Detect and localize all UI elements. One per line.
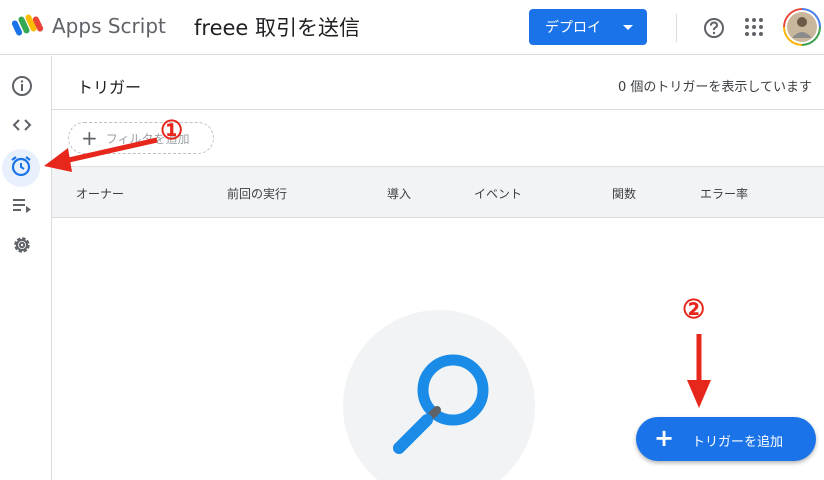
chevron-down-icon [623,25,633,30]
column-error-rate[interactable]: エラー率 [700,185,748,202]
table-header: オーナー 前回の実行 導入 イベント 関数 エラー率 [52,166,824,218]
add-trigger-button[interactable]: + トリガーを追加 [636,417,816,461]
filter-label: フィルタを追加 [105,131,190,146]
plus-icon: + [654,424,675,452]
deploy-button[interactable]: デプロイ [529,9,647,45]
magnifier-icon [387,346,497,456]
avatar[interactable] [783,8,821,46]
executions-icon [11,194,33,220]
add-trigger-label: トリガーを追加 [692,435,784,450]
code-icon [11,114,33,140]
column-deployment[interactable]: 導入 [387,185,411,202]
add-filter-chip[interactable]: + フィルタを追加 [68,122,214,154]
rail-executions[interactable] [4,189,40,225]
trigger-count: 0 個のトリガーを表示しています [617,80,812,95]
column-event[interactable]: イベント [474,185,522,202]
gear-icon [11,234,33,260]
plus-icon: + [81,126,98,150]
title-divider [52,109,824,110]
rail-settings[interactable] [4,229,40,265]
rail-triggers[interactable] [2,149,40,187]
rail-editor[interactable] [4,109,40,145]
info-icon [11,75,33,101]
column-function[interactable]: 関数 [612,185,636,202]
triggers-page: トリガー 0 個のトリガーを表示しています + フィルタを追加 オーナー 前回の… [52,56,824,480]
alarm-clock-icon [9,154,33,182]
apps-script-logo[interactable] [11,12,46,40]
google-apps-icon[interactable] [744,17,764,37]
header-divider [676,14,677,42]
deploy-label: デプロイ [545,20,601,36]
column-last-run[interactable]: 前回の実行 [227,185,287,202]
top-bar: Apps Script freee 取引を送信 デプロイ [0,0,824,55]
left-rail [0,56,52,480]
help-icon[interactable] [703,17,725,39]
app-name: Apps Script [52,14,166,38]
column-owner[interactable]: オーナー [76,185,124,202]
rail-overview[interactable] [4,70,40,106]
page-title: トリガー [77,78,142,97]
project-title[interactable]: freee 取引を送信 [194,12,360,42]
